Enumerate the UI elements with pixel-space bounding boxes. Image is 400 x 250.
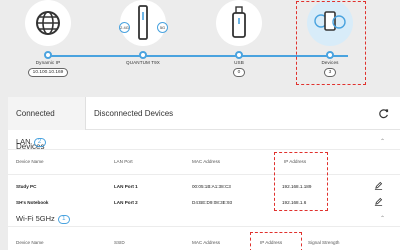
lan-section-title: LAN 2	[16, 137, 46, 147]
lan-header-port: LAN Port	[114, 159, 133, 164]
lan-header-name: Device Name	[16, 159, 44, 164]
lan-title: LAN	[16, 137, 31, 146]
ip-address-highlight-box	[274, 152, 328, 211]
edit-icon[interactable]	[374, 197, 383, 206]
table-row-port: LAN Port 2	[114, 200, 138, 205]
device-list-panel: Connected Devices Disconnected Devices L…	[8, 97, 400, 250]
internet-connector-dot	[44, 51, 52, 59]
usb-label: USB	[234, 60, 244, 65]
globe-icon	[25, 0, 71, 46]
wifi-collapse-icon[interactable]: ⌃	[380, 215, 385, 222]
devices-highlight-box	[296, 1, 366, 85]
tab-disconnected-devices[interactable]: Disconnected Devices	[92, 97, 173, 130]
lan-header-mac: MAC Address	[192, 159, 221, 164]
edit-icon[interactable]	[374, 181, 383, 190]
ip-address-highlight-box	[250, 232, 302, 250]
internet-label: Dynamic IP	[35, 60, 61, 65]
usb-drive-icon	[216, 0, 262, 46]
router-label: QUANTUM T9X	[126, 60, 160, 65]
divider	[8, 226, 400, 227]
wifi-header-mac: MAC Address	[192, 240, 221, 245]
internet-ip-badge: 10.100.10.169	[28, 68, 68, 77]
wifi-header-ssid: SSID	[114, 240, 125, 245]
wifi-header-name: Device Name	[16, 240, 44, 245]
band-5g-badge: 5G	[157, 22, 168, 33]
divider	[8, 174, 400, 175]
wifi-count-badge: 1	[57, 215, 70, 224]
usb-count-badge: 0	[233, 68, 245, 77]
wifi-section-title: Wi-Fi 5GHz 1	[16, 214, 70, 224]
tab-connected-devices[interactable]: Connected Devices	[8, 97, 86, 151]
table-row-name: Study PC	[16, 184, 37, 189]
table-row-mac: 00:05:1B:A1:38:C3	[192, 184, 231, 189]
divider	[8, 149, 400, 150]
router-connector-dot	[139, 51, 147, 59]
table-row-port: LAN Port 1	[114, 184, 138, 189]
band-24g-badge: 2.4G	[119, 22, 130, 33]
wifi-header-signal: Signal Strength	[308, 240, 340, 245]
table-row-name: SH's Notebook	[16, 200, 49, 205]
device-tabs: Connected Devices Disconnected Devices	[8, 97, 400, 151]
refresh-icon[interactable]	[378, 108, 389, 119]
wifi-title: Wi-Fi 5GHz	[16, 214, 55, 223]
lan-count-badge: 2	[33, 138, 46, 147]
network-topology: Dynamic IP 10.100.10.169 2.4G 5G QUANTUM…	[0, 0, 400, 95]
table-row-mac: D4:BE:D9:08:3E:93	[192, 200, 233, 205]
usb-connector-dot	[235, 51, 243, 59]
lan-collapse-icon[interactable]: ⌃	[380, 138, 385, 145]
